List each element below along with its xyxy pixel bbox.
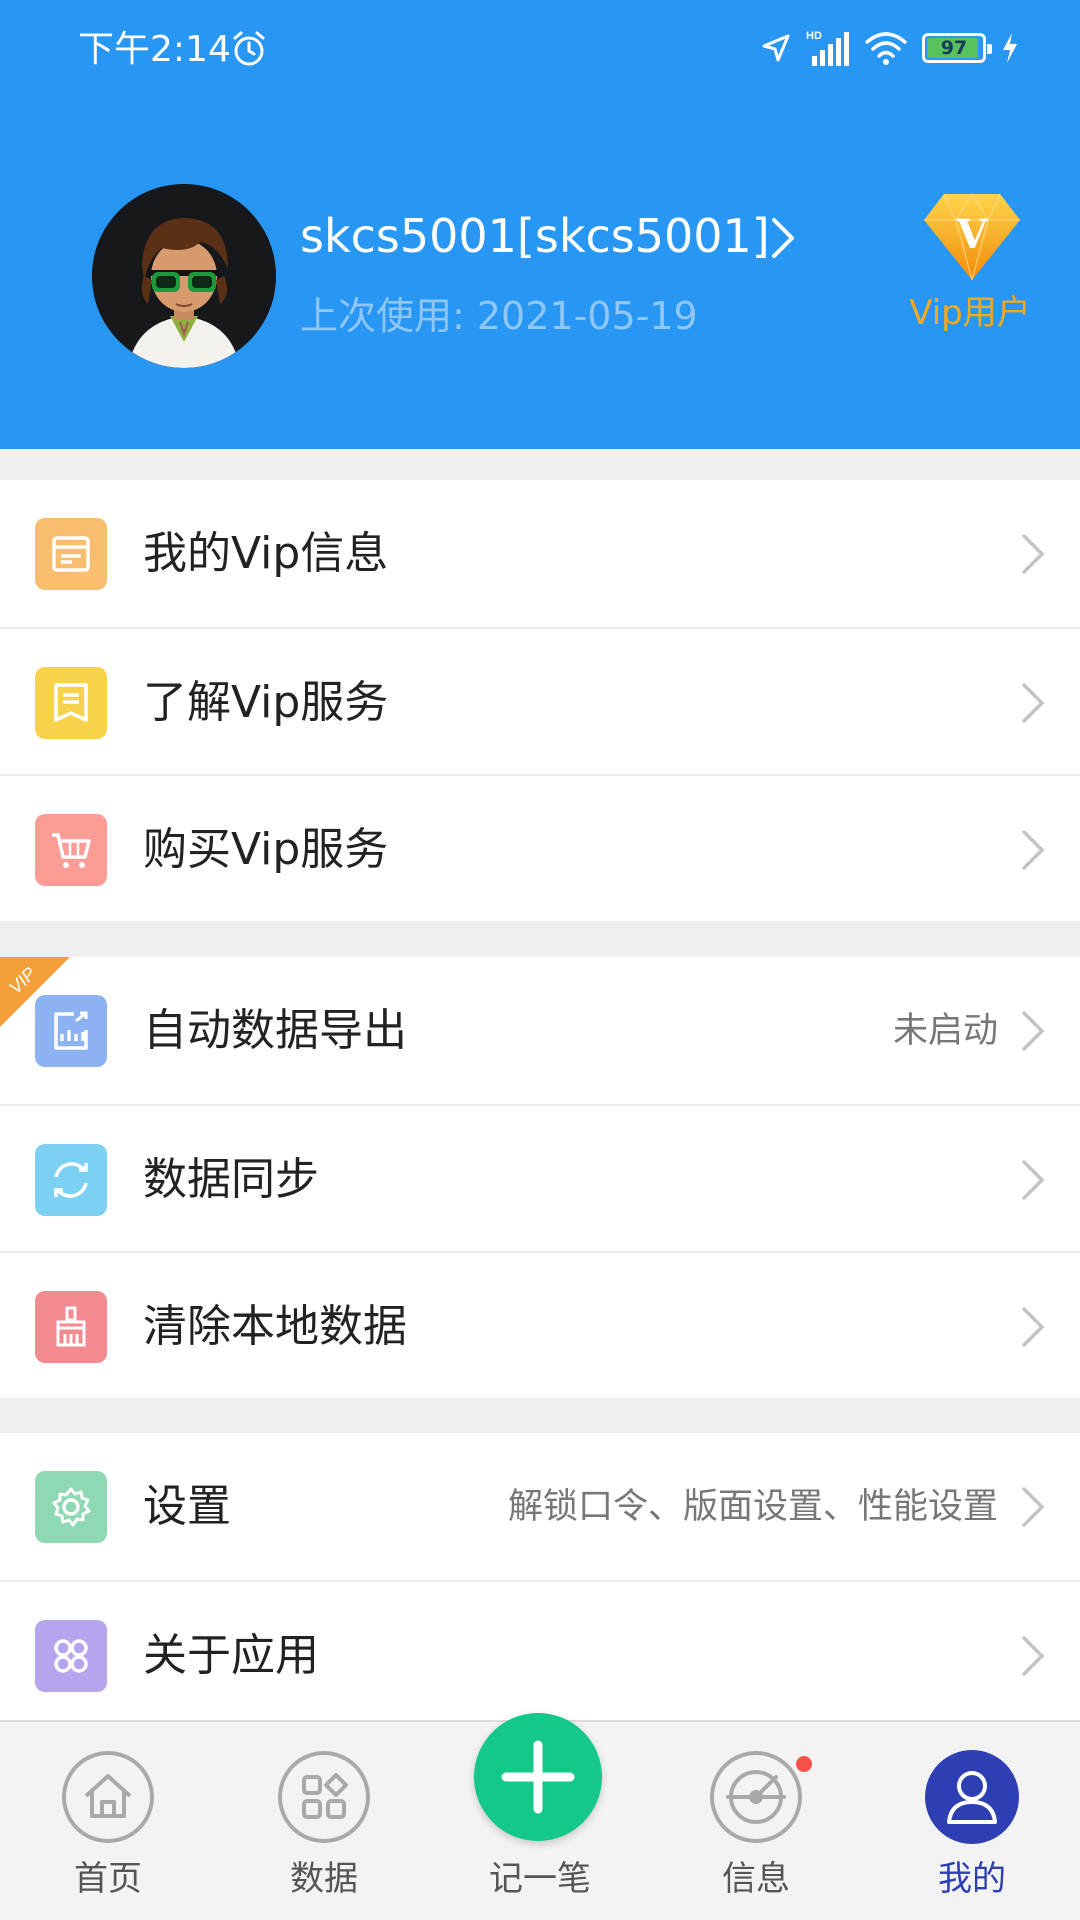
- bottom-nav: 首页 数据 记一笔 信息 我的: [0, 1713, 1080, 1920]
- nav-label: 信息: [722, 1859, 790, 1899]
- svg-text:HD: HD: [806, 30, 822, 42]
- menu-item-data-sync[interactable]: 数据同步: [0, 1104, 1080, 1251]
- settings-summary: 解锁口令、版面设置、性能设置: [507, 1487, 998, 1527]
- status-bar: 下午2:14 HD 97: [0, 0, 1080, 100]
- add-record-button[interactable]: [474, 1713, 602, 1841]
- chevron-right-icon[interactable]: [768, 216, 798, 260]
- chevron-right-icon: [1022, 1011, 1045, 1051]
- sync-icon: [35, 1144, 107, 1216]
- chevron-right-icon: [1022, 534, 1045, 574]
- menu-item-vip-service[interactable]: 了解Vip服务: [0, 627, 1080, 774]
- chevron-right-icon: [1022, 1636, 1045, 1676]
- export-status: 未启动: [892, 1011, 998, 1051]
- nav-label: 记一笔: [489, 1859, 591, 1899]
- broom-icon: [35, 1291, 107, 1363]
- menu-item-label: 清除本地数据: [143, 1301, 407, 1352]
- menu-item-auto-export[interactable]: VIP 自动数据导出 未启动: [0, 957, 1080, 1104]
- menu-item-clear-local-data[interactable]: 清除本地数据: [0, 1251, 1080, 1398]
- status-time: 下午2:14: [78, 29, 231, 70]
- username[interactable]: skcs5001[skcs5001]: [300, 208, 770, 264]
- apps-icon: [35, 1620, 107, 1692]
- avatar-image: [92, 184, 276, 368]
- battery-indicator: 97: [922, 33, 992, 63]
- menu-item-settings[interactable]: 设置 解锁口令、版面设置、性能设置: [0, 1433, 1080, 1580]
- menu-item-my-vip-info[interactable]: 我的Vip信息: [0, 480, 1080, 627]
- menu-item-label: 关于应用: [143, 1630, 319, 1681]
- nav-label: 数据: [290, 1859, 358, 1899]
- export-icon: [35, 995, 107, 1067]
- menu-item-label: 数据同步: [143, 1154, 319, 1205]
- data-icon: [278, 1751, 370, 1843]
- gear-icon: [35, 1471, 107, 1543]
- cart-icon: [35, 814, 107, 886]
- menu-group-app: 设置 解锁口令、版面设置、性能设置 关于应用: [0, 1433, 1080, 1727]
- menu-item-about[interactable]: 关于应用: [0, 1580, 1080, 1727]
- app-root: 下午2:14 HD 97 skcs5001[skcs5001] 上次使用: 20…: [0, 0, 1080, 1920]
- profile-header: 下午2:14 HD 97 skcs5001[skcs5001] 上次使用: 20…: [0, 0, 1080, 449]
- chevron-right-icon: [1022, 1307, 1045, 1347]
- svg-text:V: V: [955, 211, 988, 258]
- vip-label: Vip用户: [909, 293, 1031, 333]
- battery-level: 97: [940, 37, 968, 59]
- vip-service-icon: [35, 667, 107, 739]
- user-icon: [925, 1750, 1019, 1844]
- nav-data[interactable]: 数据: [234, 1722, 414, 1920]
- menu-group-vip: 我的Vip信息 了解Vip服务 购买Vip服务: [0, 480, 1080, 921]
- chevron-right-icon: [1022, 830, 1045, 870]
- wifi-icon: [865, 32, 907, 65]
- add-icon: [501, 1740, 575, 1814]
- diamond-icon: V: [924, 192, 1020, 281]
- chevron-right-icon: [1022, 683, 1045, 723]
- menu-item-buy-vip[interactable]: 购买Vip服务: [0, 774, 1080, 921]
- vip-badge[interactable]: V Vip用户: [900, 190, 1040, 340]
- nav-label: 首页: [74, 1859, 142, 1899]
- nav-label: 我的: [938, 1859, 1006, 1899]
- avatar[interactable]: [92, 184, 276, 368]
- menu-item-label: 我的Vip信息: [143, 528, 389, 579]
- radar-icon: [710, 1751, 802, 1843]
- charging-icon: [1003, 33, 1017, 63]
- location-icon: [762, 34, 790, 62]
- menu-item-label: 自动数据导出: [143, 1005, 407, 1056]
- menu-group-data: VIP 自动数据导出 未启动 数据同步 清除本地数据: [0, 957, 1080, 1398]
- last-used-date: 上次使用: 2021-05-19: [300, 294, 698, 338]
- menu-item-label: 了解Vip服务: [143, 677, 389, 728]
- nav-messages[interactable]: 信息: [666, 1722, 846, 1920]
- nav-home[interactable]: 首页: [18, 1722, 198, 1920]
- alarm-icon: [233, 31, 265, 66]
- vip-info-icon: [35, 518, 107, 590]
- chevron-right-icon: [1022, 1487, 1045, 1527]
- signal-icon: HD: [806, 30, 849, 66]
- home-icon: [62, 1751, 154, 1843]
- menu-item-label: 设置: [143, 1481, 231, 1532]
- status-icons: HD 97: [760, 26, 1020, 70]
- notification-dot: [796, 1756, 812, 1772]
- chevron-right-icon: [1022, 1160, 1045, 1200]
- menu-item-label: 购买Vip服务: [143, 824, 389, 875]
- nav-profile[interactable]: 我的: [882, 1722, 1062, 1920]
